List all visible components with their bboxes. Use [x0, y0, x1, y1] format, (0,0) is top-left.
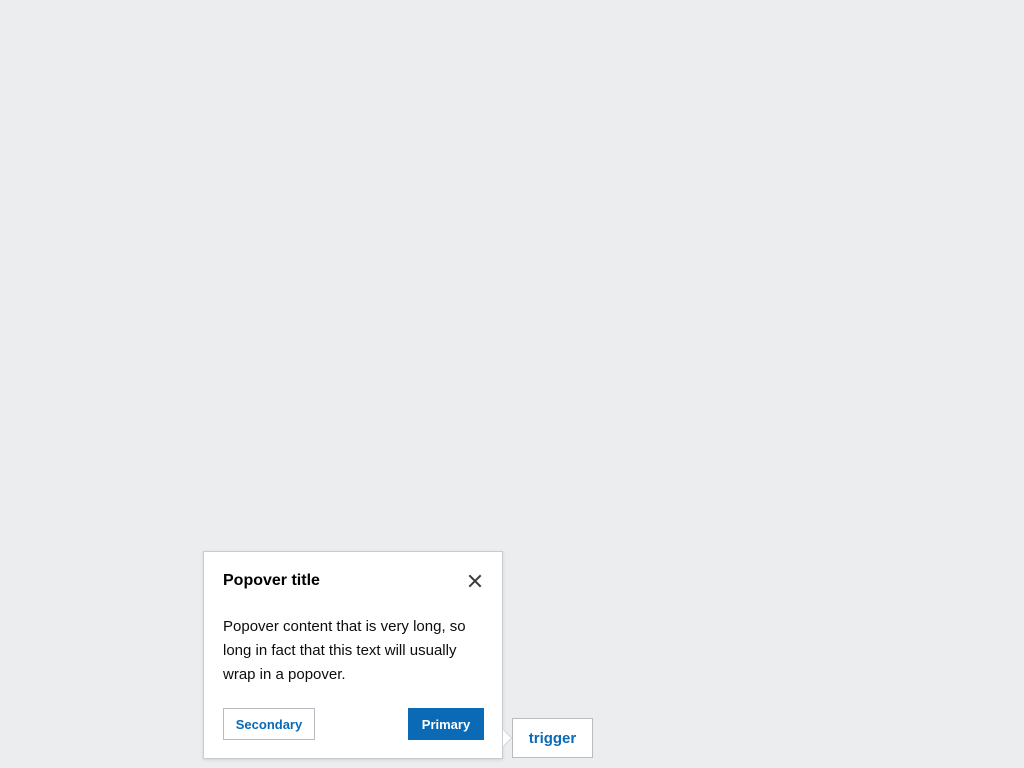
page-canvas: Popover title Popover content that is ve…	[0, 0, 1024, 768]
popover-title: Popover title	[223, 572, 320, 589]
popover: Popover title Popover content that is ve…	[203, 551, 503, 759]
trigger-button[interactable]: trigger	[512, 718, 593, 758]
popover-content: Popover content that is very long, so lo…	[223, 618, 466, 683]
close-button[interactable]	[464, 572, 486, 594]
primary-button[interactable]: Primary	[408, 708, 484, 740]
secondary-button[interactable]: Secondary	[223, 708, 315, 740]
close-icon	[468, 574, 482, 593]
popover-arrow	[503, 730, 511, 746]
